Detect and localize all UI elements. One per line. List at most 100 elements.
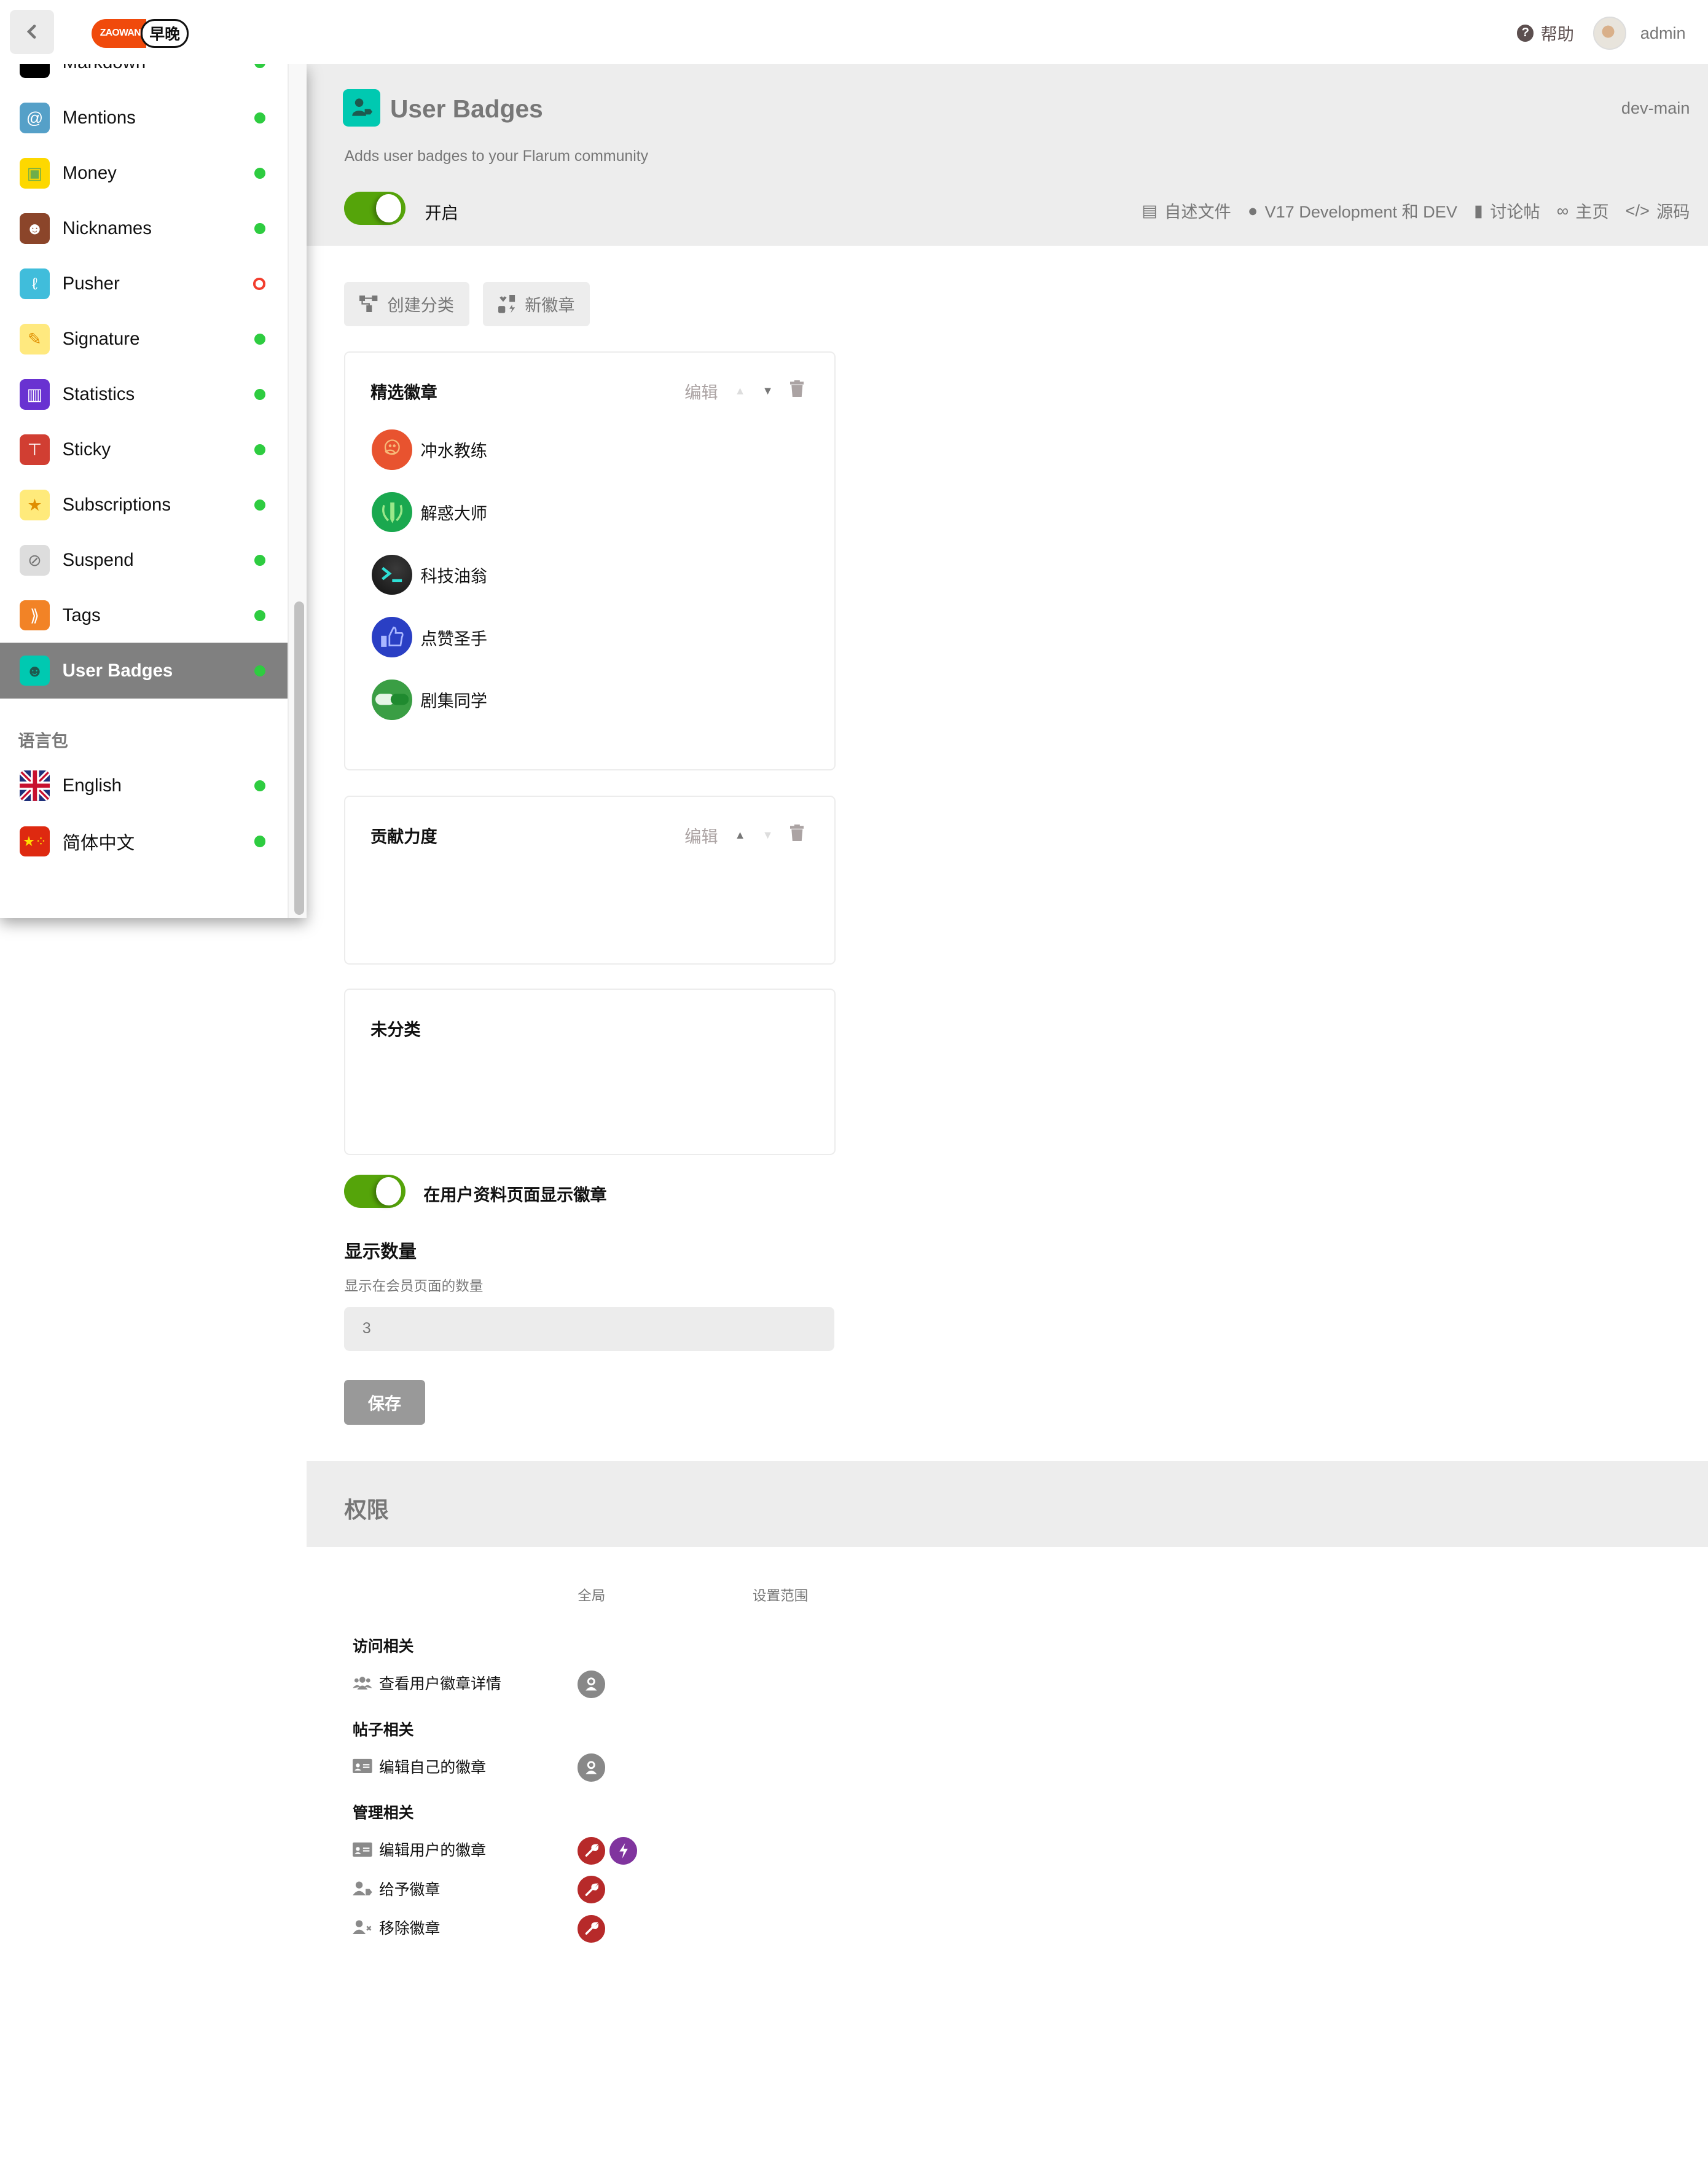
delete-category-button[interactable] bbox=[789, 825, 804, 845]
star-icon: ★ bbox=[19, 489, 50, 520]
badge-item[interactable]: 点赞圣手 bbox=[372, 616, 487, 658]
sidebar-item-nicknames[interactable]: ☻ Nicknames bbox=[0, 201, 289, 256]
duck-icon bbox=[372, 429, 412, 470]
move-down-button[interactable]: ▼ bbox=[762, 829, 774, 842]
sidebar-item-tags[interactable]: ⟫ Tags bbox=[0, 587, 289, 643]
badge-item[interactable]: 科技油翁 bbox=[372, 554, 487, 595]
new-badge-button[interactable]: 新徽章 bbox=[483, 281, 590, 327]
sidebar-item-pusher[interactable]: ℓ Pusher bbox=[0, 256, 289, 311]
at-icon: @ bbox=[19, 103, 50, 133]
sidebar-item-money[interactable]: ▣ Money bbox=[0, 146, 289, 201]
permission-row: 给予徽章 bbox=[353, 1878, 440, 1900]
permission-group-title: 管理相关 bbox=[353, 1804, 414, 1822]
user-icon: ● bbox=[1247, 200, 1258, 220]
zaowan-logo-icon bbox=[372, 679, 412, 720]
sidebar-item-subscriptions[interactable]: ★ Subscriptions bbox=[0, 477, 289, 533]
status-enabled-dot bbox=[254, 112, 265, 124]
show-on-profile-label: 在用户资料页面显示徽章 bbox=[423, 1185, 607, 1205]
money-icon: ▣ bbox=[19, 158, 50, 189]
homepage-link[interactable]: ∞ 主页 bbox=[1557, 198, 1609, 222]
category-title: 精选徽章 bbox=[370, 382, 437, 402]
permission-roles[interactable] bbox=[578, 1914, 606, 1943]
readme-label: 自述文件 bbox=[1164, 202, 1231, 222]
save-button[interactable]: 保存 bbox=[344, 1380, 425, 1425]
count-label: 显示数量 bbox=[344, 1241, 417, 1262]
permissions-title: 权限 bbox=[344, 1497, 389, 1523]
sidebar-item-label: Tags bbox=[62, 605, 101, 625]
sidebar-item-signature[interactable]: ✎ Signature bbox=[0, 311, 289, 367]
icons-icon bbox=[498, 295, 515, 313]
permission-row: 查看用户徽章详情 bbox=[353, 1672, 501, 1694]
sidebar-item-label: Signature bbox=[62, 328, 140, 349]
delete-category-button[interactable] bbox=[789, 380, 804, 401]
badge-item[interactable]: 冲水教练 bbox=[372, 429, 487, 471]
sidebar-item-statistics[interactable]: ▥ Statistics bbox=[0, 367, 289, 422]
wrench-icon[interactable] bbox=[578, 1914, 606, 1943]
sidebar-item-label: Subscriptions bbox=[62, 494, 171, 515]
user-menu[interactable]: admin bbox=[1593, 17, 1686, 50]
trash-icon bbox=[789, 380, 804, 398]
discussion-link[interactable]: ▮ 讨论帖 bbox=[1474, 198, 1540, 222]
members-group-icon[interactable] bbox=[578, 1670, 606, 1698]
edit-category-button[interactable]: 编辑 bbox=[684, 823, 718, 847]
id-card-icon bbox=[353, 1759, 372, 1774]
permissions-header: 权限 bbox=[307, 1460, 1708, 1547]
help-label: 帮助 bbox=[1540, 25, 1574, 44]
permission-roles[interactable] bbox=[578, 1753, 606, 1782]
new-badge-label: 新徽章 bbox=[525, 296, 575, 315]
scrollbar-thumb[interactable] bbox=[294, 601, 304, 915]
wrench-icon[interactable] bbox=[578, 1876, 606, 1904]
count-input[interactable] bbox=[344, 1306, 835, 1351]
help-link[interactable]: ? 帮助 bbox=[1517, 21, 1574, 45]
sidebar-item-label: Pusher bbox=[62, 273, 120, 294]
column-scope[interactable]: 设置范围 bbox=[753, 1585, 808, 1605]
permission-label: 编辑自己的徽章 bbox=[378, 1758, 486, 1776]
sidebar-item-chinese[interactable]: ★⁘ 简体中文 bbox=[0, 813, 289, 869]
permission-roles[interactable] bbox=[578, 1670, 606, 1698]
uncategorized-card: 未分类 bbox=[344, 989, 836, 1155]
show-on-profile-toggle[interactable] bbox=[344, 1174, 405, 1208]
authors-link[interactable]: ● V17 Development 和 DEV bbox=[1248, 198, 1457, 222]
permission-row: 移除徽章 bbox=[353, 1916, 440, 1938]
sidebar-item-label: 简体中文 bbox=[62, 832, 135, 853]
status-disabled-dot bbox=[253, 278, 265, 290]
move-up-button[interactable]: ▲ bbox=[735, 385, 746, 398]
move-down-button[interactable]: ▼ bbox=[762, 385, 774, 398]
source-link[interactable]: </> 源码 bbox=[1626, 198, 1690, 222]
sidebar-item-english[interactable]: English bbox=[0, 758, 289, 813]
sidebar-item-label: Nicknames bbox=[62, 217, 152, 238]
bolt-icon[interactable] bbox=[609, 1836, 638, 1865]
thumbs-up-icon bbox=[372, 617, 412, 657]
top-bar: ZAOWAN 早晚 ? 帮助 admin bbox=[0, 0, 1708, 64]
create-category-button[interactable]: 创建分类 bbox=[344, 281, 469, 327]
sidebar-item-label: English bbox=[62, 775, 122, 796]
badge-item[interactable]: 剧集同学 bbox=[372, 679, 487, 721]
sidebar-item-sticky[interactable]: ⊤ Sticky bbox=[0, 422, 289, 477]
column-global: 全局 bbox=[578, 1588, 606, 1604]
sidebar-item-mentions[interactable]: @ Mentions bbox=[0, 90, 289, 146]
sidebar-item-suspend[interactable]: ⊘ Suspend bbox=[0, 532, 289, 587]
sidebar-item-markdown[interactable]: Markdown bbox=[0, 63, 289, 90]
extension-version: dev-main bbox=[1621, 98, 1690, 118]
wrench-icon[interactable] bbox=[578, 1836, 606, 1865]
move-up-button[interactable]: ▲ bbox=[735, 829, 746, 842]
logo-right-text: 早晚 bbox=[140, 18, 189, 48]
badge-name: 解惑大师 bbox=[420, 504, 487, 523]
language-section-title: 语言包 bbox=[18, 731, 68, 751]
readme-link[interactable]: ▤ 自述文件 bbox=[1142, 198, 1231, 222]
permission-label: 编辑用户的徽章 bbox=[378, 1842, 486, 1860]
sidebar-item-label: Mentions bbox=[62, 108, 136, 128]
extension-links: ▤ 自述文件 ● V17 Development 和 DEV ▮ 讨论帖 ∞ 主页 </… bbox=[1142, 198, 1690, 222]
members-group-icon[interactable] bbox=[578, 1753, 606, 1782]
sidebar-scrollbar[interactable] bbox=[288, 63, 307, 918]
badge-item[interactable]: 解惑大师 bbox=[372, 492, 487, 533]
extension-enable-toggle[interactable] bbox=[344, 191, 405, 225]
back-button[interactable] bbox=[9, 9, 55, 55]
sidebar-item-user-badges[interactable]: ☻ User Badges bbox=[0, 643, 289, 699]
user-badge-icon: ☻ bbox=[19, 655, 50, 686]
edit-category-button[interactable]: 编辑 bbox=[684, 379, 718, 403]
permission-roles[interactable] bbox=[578, 1876, 606, 1904]
permission-roles[interactable] bbox=[578, 1836, 638, 1865]
site-logo[interactable]: ZAOWAN 早晚 bbox=[92, 18, 189, 49]
status-enabled-dot bbox=[254, 780, 265, 792]
